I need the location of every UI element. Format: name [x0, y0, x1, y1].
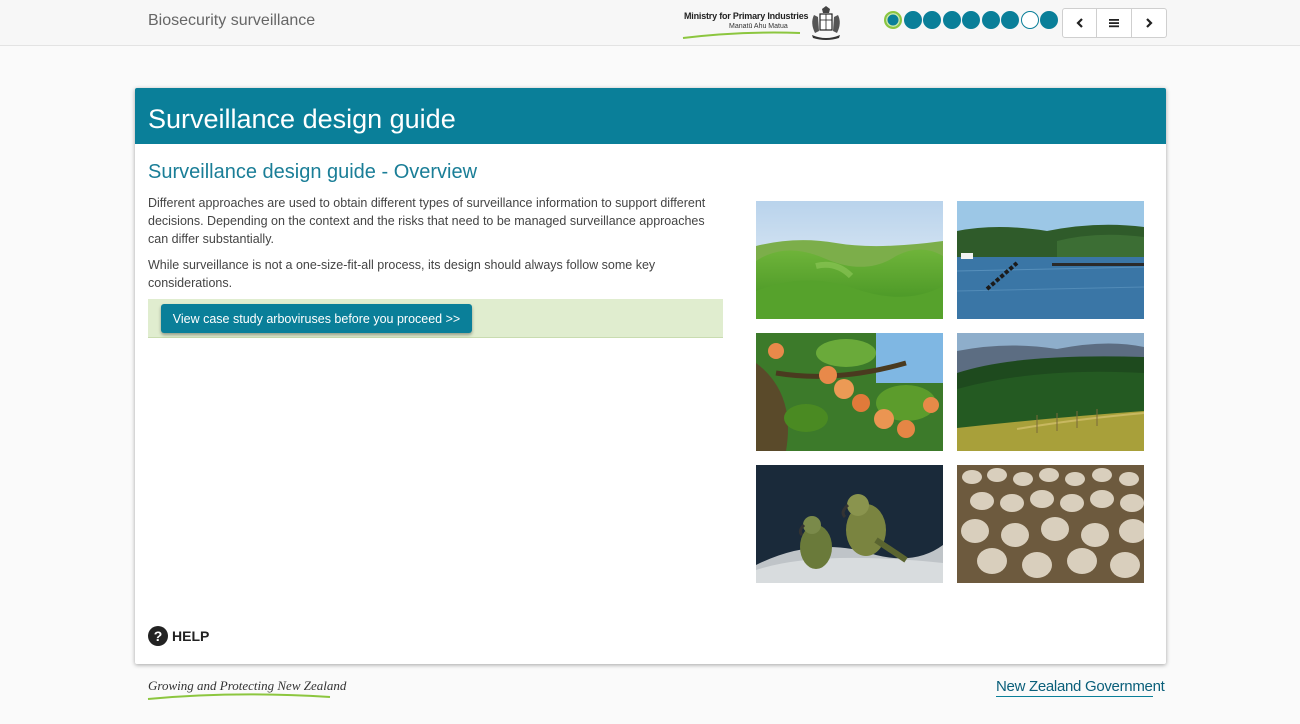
previous-button[interactable]: [1062, 8, 1097, 38]
progress-step-1[interactable]: [884, 11, 902, 29]
menu-button[interactable]: [1097, 8, 1132, 38]
tagline-swoosh: [147, 693, 331, 700]
photo-fruit-tree: [756, 333, 943, 451]
top-bar: Biosecurity surveillance Ministry for Pr…: [0, 0, 1300, 46]
nz-coat-of-arms-icon: [812, 6, 840, 40]
question-circle-icon: ?: [148, 626, 168, 646]
help-label: HELP: [172, 628, 210, 644]
mpi-logo-name: Ministry for Primary Industries: [684, 11, 809, 21]
photo-kea-parrots: [756, 465, 943, 583]
mpi-logo: Ministry for Primary Industries Manatū A…: [682, 5, 847, 41]
considerations-paragraph: While surveillance is not a one-size-fit…: [148, 258, 656, 290]
photo-pine-forest: [957, 333, 1144, 451]
progress-step-7[interactable]: [1001, 11, 1019, 29]
section-title: Surveillance design guide - Overview: [148, 161, 478, 183]
next-button[interactable]: [1132, 8, 1167, 38]
progress-step-8[interactable]: [1020, 11, 1039, 29]
help-link[interactable]: ? HELP: [148, 626, 209, 646]
photo-sheep-flock: [957, 465, 1144, 583]
photo-grid: [756, 201, 1145, 583]
progress-step-5[interactable]: [962, 11, 980, 29]
photo-pasture-hills: [756, 201, 943, 319]
app-title: Biosecurity surveillance: [148, 12, 316, 29]
page-navigation: [1062, 8, 1167, 38]
menu-icon: [1109, 19, 1119, 28]
photo-harbour-water: [957, 201, 1144, 319]
progress-indicator: [884, 11, 1058, 29]
page-title: Surveillance design guide: [148, 104, 456, 134]
progress-step-9[interactable]: [1040, 11, 1058, 29]
progress-step-4[interactable]: [942, 11, 961, 29]
chevron-left-icon: [1075, 18, 1083, 28]
nz-government-logo: New Zealand Government: [996, 678, 1165, 695]
nz-government-underline: [996, 696, 1153, 697]
content-card: Surveillance design guide Surveillance d…: [135, 88, 1166, 664]
intro-paragraph: Different approaches are used to obtain …: [148, 196, 706, 246]
view-case-study-button[interactable]: View case study arboviruses before you p…: [161, 304, 472, 333]
progress-step-2[interactable]: [903, 11, 922, 29]
case-study-callout: View case study arboviruses before you p…: [148, 299, 723, 338]
progress-step-6[interactable]: [981, 11, 1000, 29]
chevron-right-icon: [1146, 18, 1153, 28]
logo-swoosh: [682, 31, 801, 39]
progress-step-3[interactable]: [923, 11, 941, 29]
